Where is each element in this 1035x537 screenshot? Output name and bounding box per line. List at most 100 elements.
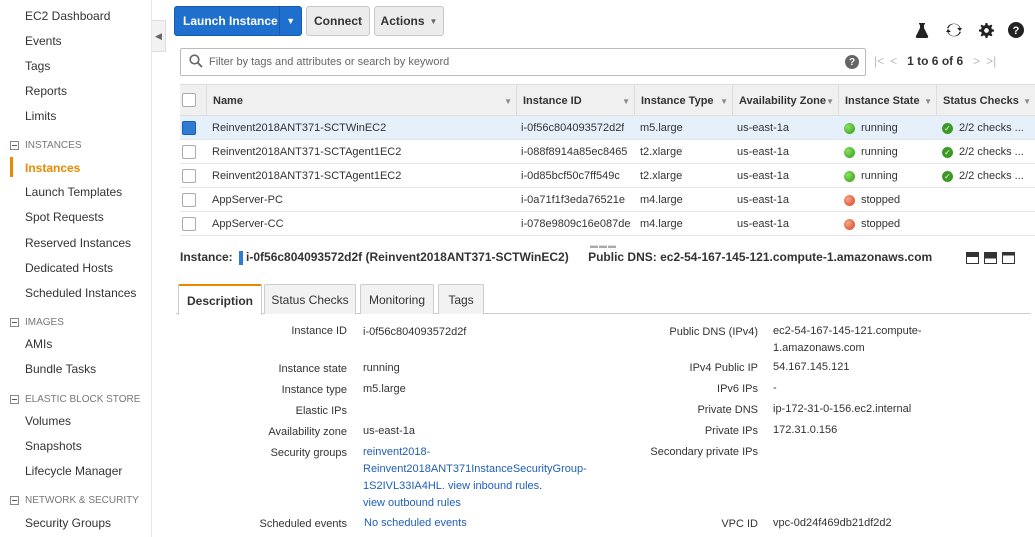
search-placeholder: Filter by tags and attributes or search … <box>209 56 450 68</box>
tab-monitoring[interactable]: Monitoring <box>360 284 434 314</box>
sidebar-item-amis[interactable]: AMIs <box>25 337 52 351</box>
flask-icon[interactable] <box>912 20 932 40</box>
row-checkbox[interactable] <box>182 169 196 183</box>
sidebar-item-reserved-instances[interactable]: Reserved Instances <box>25 236 131 250</box>
sidebar-item-scheduled-instances[interactable]: Scheduled Instances <box>25 286 136 300</box>
column-header-status-checks[interactable]: Status Checks ▼ <box>936 85 1035 117</box>
cell-instance-state: running <box>861 122 898 134</box>
svg-text:?: ? <box>1013 25 1020 37</box>
security-group-line: reinvent2018- <box>363 446 431 458</box>
last-page-icon[interactable]: >| <box>986 54 996 68</box>
column-header-label: Instance State <box>845 95 920 107</box>
table-row[interactable]: Reinvent2018ANT371-SCTAgent1EC2 i-0d85bc… <box>180 164 1035 188</box>
panel-layout-icon[interactable] <box>1002 252 1015 264</box>
sidebar-section-instances[interactable]: INSTANCES <box>10 140 82 151</box>
sort-icon: ▼ <box>924 96 932 106</box>
prop-value-public-dns: ec2-54-167-145-121.compute- 1.amazonaws.… <box>773 323 922 357</box>
sidebar-collapse-toggle[interactable]: ◀ <box>152 20 166 52</box>
sidebar-section-network-security[interactable]: NETWORK & SECURITY <box>10 495 139 506</box>
sidebar-item-lifecycle-manager[interactable]: Lifecycle Manager <box>25 464 122 478</box>
panel-resize-handle[interactable]: ▬▬▬ <box>590 241 617 250</box>
sidebar-item-launch-templates[interactable]: Launch Templates <box>25 185 122 199</box>
table-row[interactable]: Reinvent2018ANT371-SCTWinEC2 i-0f56c8040… <box>180 116 1035 140</box>
next-page-icon[interactable]: > <box>973 54 980 68</box>
tab-description[interactable]: Description <box>178 284 262 315</box>
column-header-instance-state[interactable]: Instance State ▼ <box>838 85 936 117</box>
cell-instance-type: m5.large <box>640 122 683 134</box>
sidebar-item-instances[interactable]: Instances <box>25 161 80 175</box>
panel-layout-icon[interactable] <box>966 252 979 264</box>
sidebar-item-events[interactable]: Events <box>25 34 62 48</box>
selected-marker <box>239 250 244 265</box>
filter-bar: Filter by tags and attributes or search … <box>170 48 1030 76</box>
sort-icon: ▼ <box>504 96 512 106</box>
prop-label-vpc-id: VPC ID <box>721 518 758 530</box>
actions-label: Actions <box>380 14 425 28</box>
select-all-checkbox[interactable] <box>182 93 196 107</box>
table-header: Name ▼ Instance ID ▼ Instance Type ▼ Availa… <box>180 84 1035 117</box>
column-header-instance-type[interactable]: Instance Type ▼ <box>634 85 732 117</box>
launch-instance-button[interactable]: Launch Instance ▼ <box>174 6 302 36</box>
view-outbound-rules-link[interactable]: view outbound rules <box>363 495 587 512</box>
sidebar-item-volumes[interactable]: Volumes <box>25 414 71 428</box>
table-row[interactable]: AppServer-CC i-078e9809c16e087de m4.larg… <box>180 212 1035 236</box>
help-circle-icon[interactable]: ? <box>1006 20 1026 40</box>
sidebar-item-ec2-dashboard[interactable]: EC2 Dashboard <box>25 9 110 23</box>
cell-instance-state: stopped <box>861 218 901 230</box>
sidebar-section-images[interactable]: IMAGES <box>10 317 64 328</box>
table-row[interactable]: Reinvent2018ANT371-SCTAgent1EC2 i-088f89… <box>180 140 1035 164</box>
running-status-icon <box>844 146 855 158</box>
panel-layout-controls <box>966 252 1015 264</box>
search-input[interactable]: Filter by tags and attributes or search … <box>180 48 866 76</box>
first-page-icon[interactable]: |< <box>874 54 884 68</box>
check-icon: ✓ <box>942 122 953 134</box>
gear-icon[interactable] <box>976 20 996 40</box>
column-header-name[interactable]: Name ▼ <box>206 85 516 117</box>
row-checkbox[interactable] <box>182 121 196 135</box>
table-row[interactable]: AppServer-PC i-0a71f1f3eda76521e m4.larg… <box>180 188 1035 212</box>
running-status-icon <box>844 170 855 182</box>
sidebar-item-limits[interactable]: Limits <box>25 109 56 123</box>
connect-button[interactable]: Connect <box>306 6 370 36</box>
prop-label-secondary-private-ips: Secondary private IPs <box>650 446 758 458</box>
sidebar-item-spot-requests[interactable]: Spot Requests <box>25 210 104 224</box>
tab-tags[interactable]: Tags <box>438 284 484 314</box>
prev-page-icon[interactable]: < <box>890 54 897 68</box>
sidebar-item-reports[interactable]: Reports <box>25 84 67 98</box>
prop-value-private-dns: ip-172-31-0-156.ec2.internal <box>773 403 912 415</box>
sidebar-item-security-groups[interactable]: Security Groups <box>25 516 111 530</box>
caret-down-icon[interactable]: ▼ <box>279 6 301 36</box>
tab-status-checks[interactable]: Status Checks <box>264 284 356 314</box>
sidebar-item-tags[interactable]: Tags <box>25 59 50 73</box>
public-dns-line: 1.amazonaws.com <box>773 342 865 354</box>
sidebar-item-snapshots[interactable]: Snapshots <box>25 439 82 453</box>
sidebar-item-bundle-tasks[interactable]: Bundle Tasks <box>25 362 96 376</box>
sidebar-section-ebs[interactable]: ELASTIC BLOCK STORE <box>10 394 140 405</box>
cell-status-checks[interactable]: 2/2 checks ... <box>959 170 1024 182</box>
sidebar: EC2 Dashboard Events Tags Reports Limits… <box>0 0 152 537</box>
page-count: 1 to 6 of 6 <box>907 54 964 68</box>
launch-instance-label: Launch Instance <box>183 14 278 28</box>
refresh-icon[interactable] <box>944 20 964 40</box>
column-header-instance-id[interactable]: Instance ID ▼ <box>516 85 634 117</box>
collapse-icon <box>10 395 19 404</box>
prop-value-private-ips: 172.31.0.156 <box>773 424 838 436</box>
cell-name: Reinvent2018ANT371-SCTWinEC2 <box>212 122 387 134</box>
separator-text: . <box>539 480 543 492</box>
view-inbound-rules-link[interactable]: view inbound rules <box>448 480 539 492</box>
actions-button[interactable]: Actions ▼ <box>374 6 444 36</box>
panel-layout-icon[interactable] <box>984 252 997 264</box>
row-checkbox[interactable] <box>182 145 196 159</box>
row-checkbox[interactable] <box>182 217 196 231</box>
column-header-availability-zone[interactable]: Availability Zone ▼ <box>732 85 838 117</box>
help-icon[interactable]: ? <box>845 55 859 69</box>
detail-tabs: Description Status Checks Monitoring Tag… <box>176 284 1031 315</box>
no-scheduled-events-link[interactable]: No scheduled events <box>364 515 467 532</box>
cell-status-checks[interactable]: 2/2 checks ... <box>959 122 1024 134</box>
cell-instance-id: i-0f56c804093572d2f <box>521 122 625 134</box>
sidebar-item-dedicated-hosts[interactable]: Dedicated Hosts <box>25 261 113 275</box>
cell-instance-id: i-0a71f1f3eda76521e <box>521 194 625 206</box>
row-checkbox[interactable] <box>182 193 196 207</box>
security-group-link[interactable]: reinvent2018- Reinvent2018ANT371Instance… <box>363 444 587 512</box>
cell-status-checks[interactable]: 2/2 checks ... <box>959 146 1024 158</box>
